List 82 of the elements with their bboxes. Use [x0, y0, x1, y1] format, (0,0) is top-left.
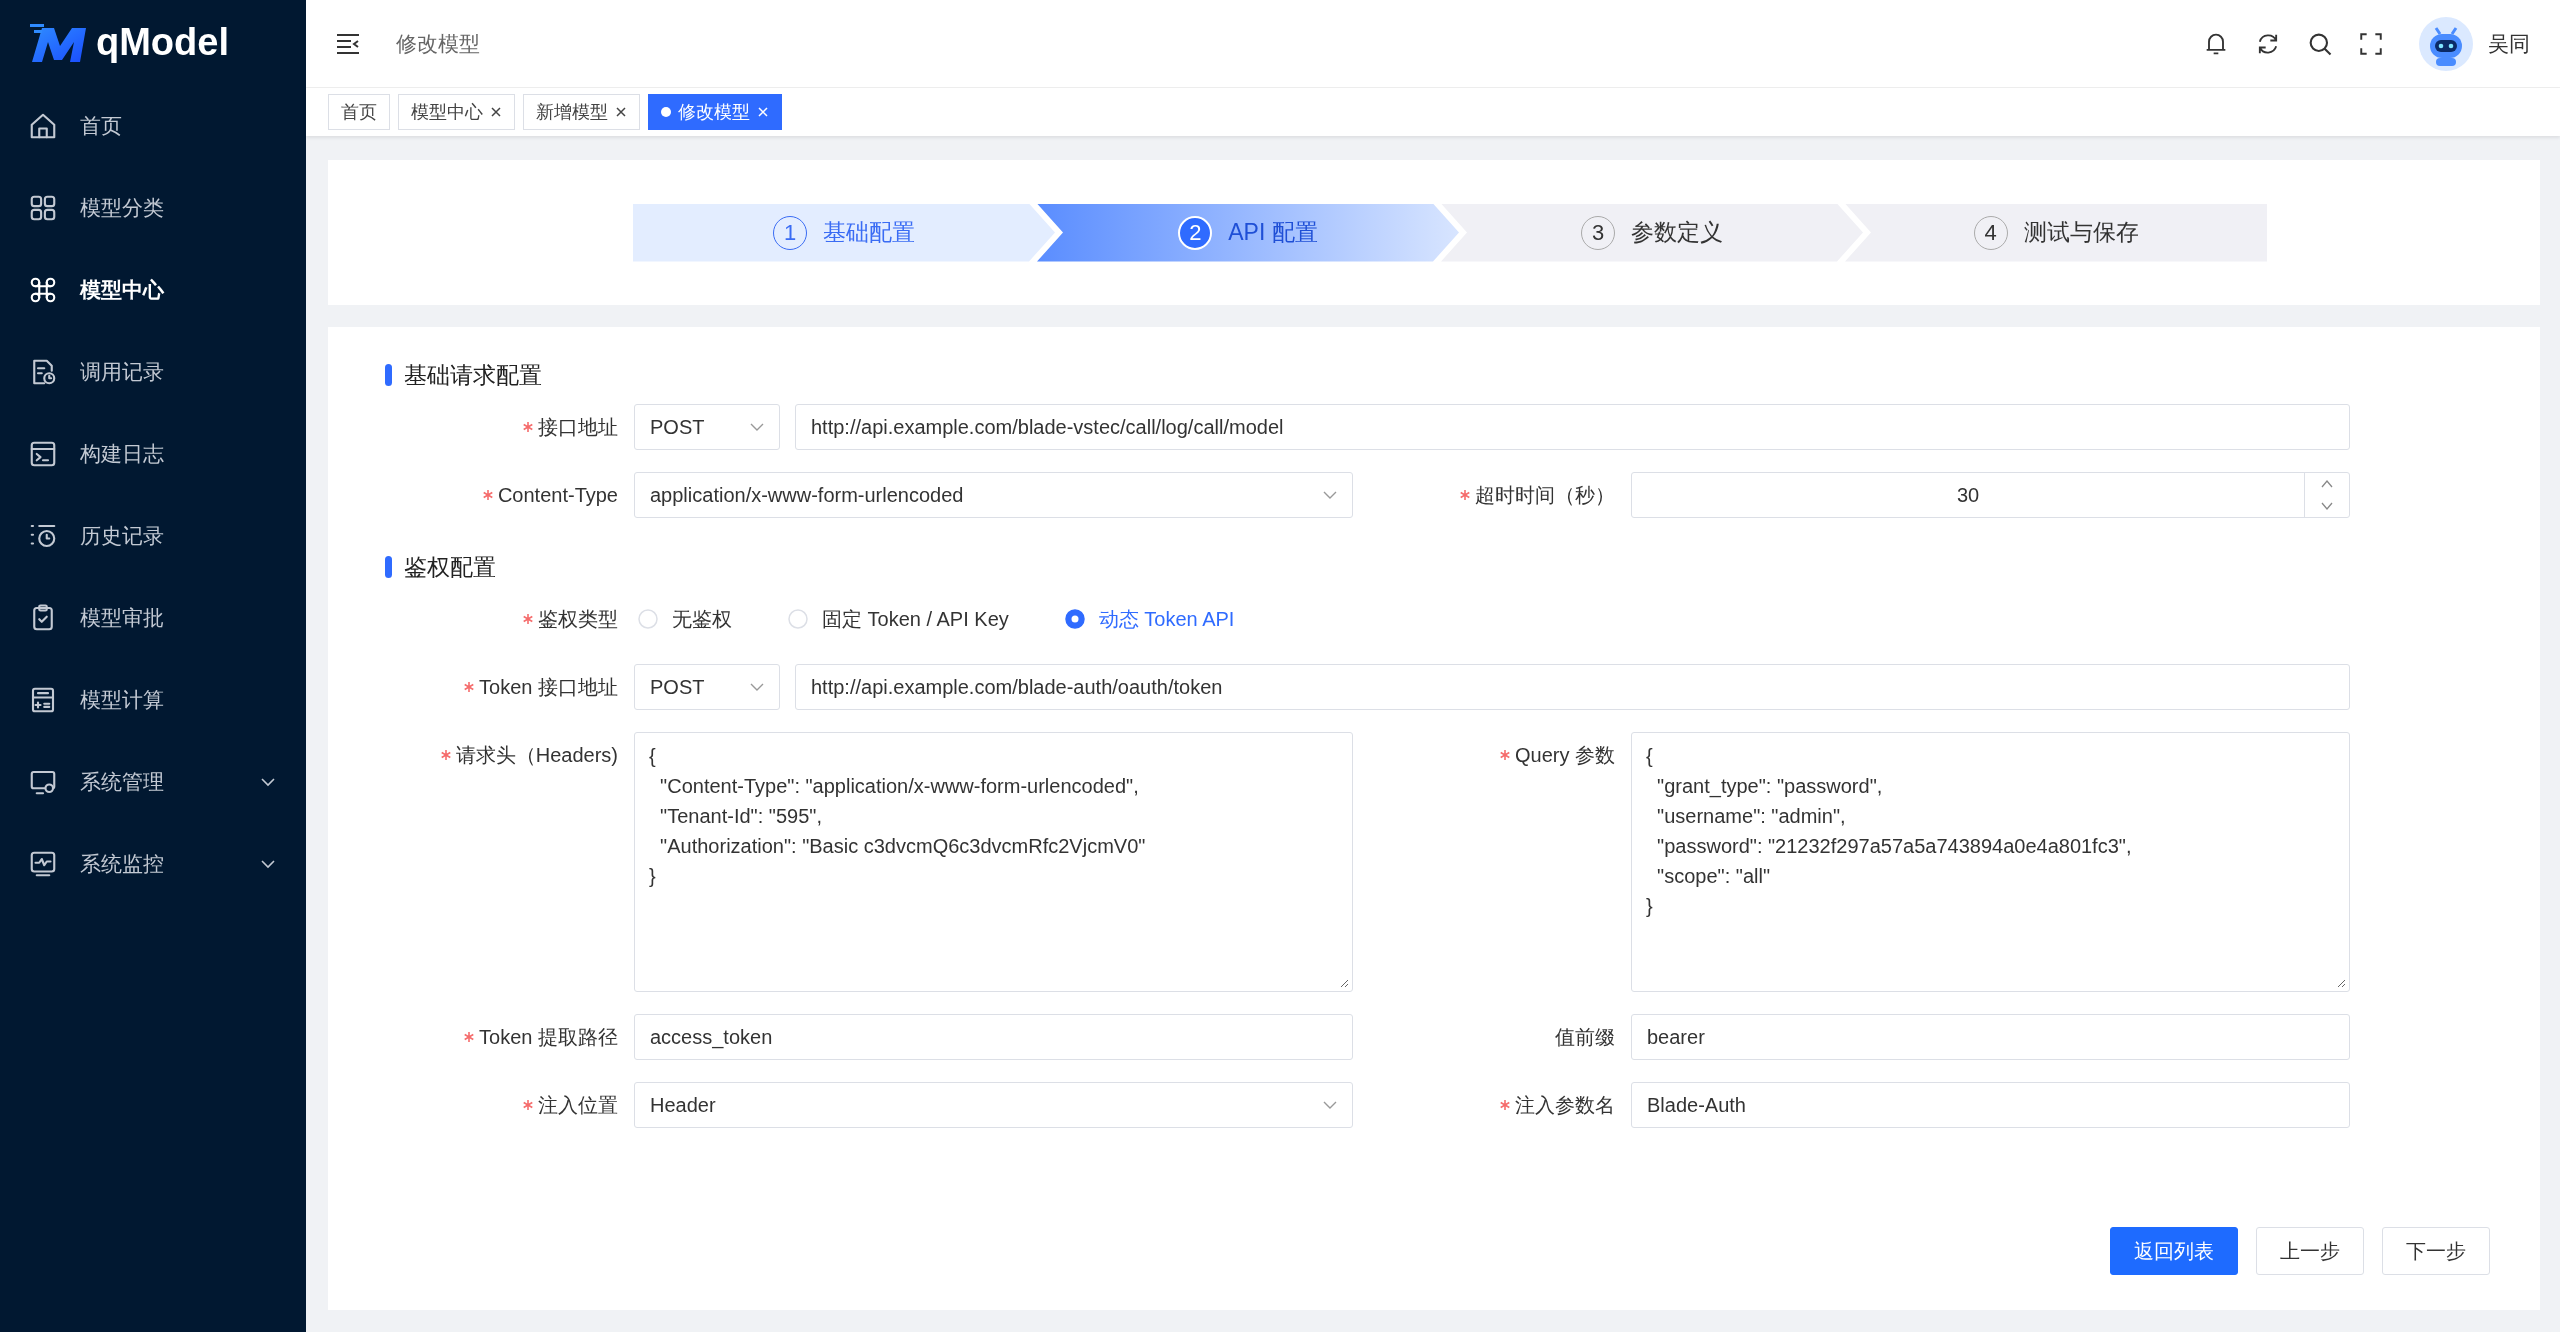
menu-icon[interactable]: [336, 32, 360, 55]
section-marker: [385, 556, 392, 578]
avatar-icon[interactable]: [2418, 15, 2474, 72]
radio-option[interactable]: 固定 Token / API Key: [788, 605, 1009, 633]
resize-grip-icon: [2336, 978, 2346, 988]
close-icon[interactable]: [615, 106, 627, 118]
text-field[interactable]: Blade-Auth: [1631, 1082, 2350, 1128]
section-marker: [385, 364, 392, 386]
section-title: 基础请求配置: [404, 360, 542, 390]
logo-text: qModel: [96, 21, 229, 64]
action-button[interactable]: 下一步: [2382, 1227, 2490, 1275]
sidebar-item[interactable]: 模型分类: [0, 167, 306, 249]
field-label: 请求头（Headers): [455, 742, 618, 768]
field-label: Query 参数: [1514, 742, 1615, 768]
chevron-down-icon: [1323, 1101, 1337, 1109]
field-label: Token 提取路径: [479, 1024, 618, 1050]
required-icon: [482, 490, 493, 500]
required-icon: [1499, 750, 1510, 760]
breadcrumb: 修改模型: [396, 30, 480, 57]
field-label: Content-Type: [497, 483, 618, 507]
text-field[interactable]: access_token: [634, 1014, 1353, 1060]
radio-option[interactable]: 无鉴权: [638, 605, 732, 633]
sidebar-item[interactable]: 系统管理: [0, 741, 306, 823]
chevron-down-icon: [260, 777, 276, 787]
sidebar-item[interactable]: 模型计算: [0, 659, 306, 741]
field-label: 注入参数名: [1515, 1092, 1615, 1118]
sidebar-item[interactable]: 模型审批: [0, 577, 306, 659]
action-button[interactable]: 上一步: [2256, 1227, 2364, 1275]
fullscreen-icon[interactable]: [2358, 30, 2384, 57]
required-icon: [1460, 490, 1470, 500]
textarea-field[interactable]: { "grant_type": "password", "username": "admin", "password": "21232f297a57a5a743894a0e4a801fc3", "scope": "all" }: [1631, 732, 2350, 992]
select-field[interactable]: application/x-www-form-urlencoded: [634, 472, 1353, 518]
required-icon: [464, 682, 475, 692]
sidebar-item[interactable]: 历史记录: [0, 495, 306, 577]
required-icon: [1500, 1100, 1510, 1110]
field-label: 注入位置: [538, 1092, 618, 1118]
sidebar-item[interactable]: 构建日志: [0, 413, 306, 495]
select-field[interactable]: Header: [634, 1082, 1353, 1128]
text-field[interactable]: bearer: [1631, 1014, 2350, 1060]
field-label: 超时时间（秒）: [1475, 482, 1615, 508]
close-icon[interactable]: [490, 106, 502, 118]
field-label: 值前缀: [1555, 1024, 1615, 1050]
command-icon: [28, 275, 58, 305]
grid-icon: [28, 193, 58, 223]
required-icon: [523, 614, 533, 624]
sidebar-item[interactable]: 模型中心: [0, 249, 306, 331]
step-item[interactable]: 3 参数定义: [1441, 203, 1863, 262]
user-name[interactable]: 吴同: [2488, 29, 2530, 58]
url-field[interactable]: http://api.example.com/blade-auth/oauth/token: [795, 664, 2350, 710]
field-label: 接口地址: [538, 414, 618, 440]
home-icon: [28, 111, 58, 141]
textarea-field[interactable]: { "Content-Type": "application/x-www-form-urlencoded", "Tenant-Id": "595", "Authorization": "Basic c3dvcmQ6c3dvcmRfc2VjcmV0" }: [634, 732, 1353, 992]
step-item[interactable]: 1 基础配置: [633, 203, 1055, 262]
page-tab[interactable]: 新增模型: [523, 94, 640, 130]
monitor-chart-icon: [28, 849, 58, 879]
method-select[interactable]: POST: [634, 404, 780, 450]
required-icon: [440, 750, 451, 760]
chevron-down-icon: [750, 423, 764, 431]
page-tab[interactable]: 修改模型: [648, 94, 782, 130]
sidebar-item[interactable]: 系统监控: [0, 823, 306, 905]
sidebar-item[interactable]: 首页: [0, 85, 306, 167]
dot-icon: [661, 107, 671, 117]
sidebar-item[interactable]: 调用记录: [0, 331, 306, 413]
url-field[interactable]: http://api.example.com/blade-vstec/call/log/call/model: [795, 404, 2350, 450]
field-label: Token 接口地址: [479, 674, 618, 700]
chevron-down-icon: [1323, 491, 1337, 499]
chevron-down-icon: [750, 683, 764, 691]
terminal-icon: [28, 439, 58, 469]
action-button[interactable]: 返回列表: [2110, 1227, 2238, 1275]
step-item[interactable]: 2 API 配置: [1037, 203, 1459, 262]
method-select[interactable]: POST: [634, 664, 780, 710]
required-icon: [523, 422, 533, 432]
chevron-down-icon: [260, 859, 276, 869]
step-item[interactable]: 4 测试与保存: [1845, 203, 2267, 262]
resize-grip-icon: [1339, 978, 1349, 988]
page-tab[interactable]: 模型中心: [398, 94, 515, 130]
section-title: 鉴权配置: [404, 552, 496, 582]
required-icon: [523, 1100, 533, 1110]
required-icon: [464, 1032, 475, 1042]
field-label: 鉴权类型: [538, 606, 618, 632]
page-tab[interactable]: 首页: [328, 94, 390, 130]
radio-option[interactable]: 动态 Token API: [1064, 605, 1235, 633]
